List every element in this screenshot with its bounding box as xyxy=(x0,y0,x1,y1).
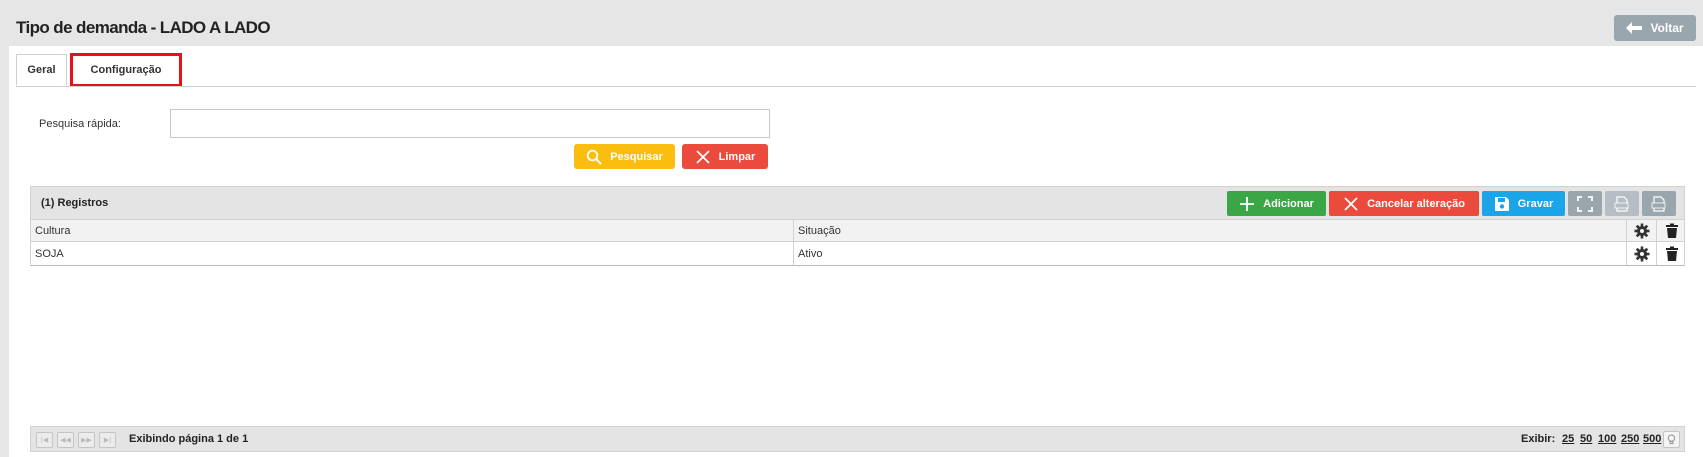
page-size-100[interactable]: 100 xyxy=(1598,433,1616,445)
cancel-changes-label: Cancelar alteração xyxy=(1367,197,1465,210)
lightbulb-icon xyxy=(1667,434,1676,445)
tabs-divider xyxy=(16,86,1696,87)
row-settings-button[interactable] xyxy=(1626,242,1656,265)
back-button-label: Voltar xyxy=(1650,21,1684,35)
plus-icon xyxy=(1240,196,1255,211)
page-title: Tipo de demanda - LADO A LADO xyxy=(16,18,271,37)
tab-configuracao[interactable]: Configuração xyxy=(70,53,182,87)
clear-button-label: Limpar xyxy=(718,150,756,163)
page-size-500[interactable]: 500 xyxy=(1643,433,1661,445)
next-page-button[interactable]: ▶▶ xyxy=(78,432,95,448)
grid-header-row: Cultura Situação xyxy=(30,220,1685,242)
gear-icon xyxy=(1634,246,1649,261)
content-panel: Geral Configuração Pesquisa rápida: Pesq… xyxy=(9,46,1703,457)
table-row[interactable]: SOJA Ativo xyxy=(30,242,1685,266)
header-settings-button[interactable] xyxy=(1626,220,1656,241)
trash-icon xyxy=(1665,223,1678,238)
tab-geral[interactable]: Geral xyxy=(16,54,67,86)
tips-button[interactable] xyxy=(1663,431,1680,448)
search-icon xyxy=(587,149,602,165)
gear-icon xyxy=(1634,223,1649,238)
pagination-bar: |◀ ◀◀ ▶▶ ▶| Exibindo página 1 de 1 Exibi… xyxy=(30,426,1685,452)
search-button[interactable]: Pesquisar xyxy=(574,144,675,169)
grid-toolbar: (1) Registros Adicionar Cancelar alteraç… xyxy=(30,186,1685,220)
csv-export-icon xyxy=(1614,195,1629,212)
csv-export-button[interactable] xyxy=(1605,191,1639,216)
save-button[interactable]: Gravar xyxy=(1482,191,1565,216)
clear-button[interactable]: Limpar xyxy=(682,144,768,169)
arrow-left-icon xyxy=(1626,22,1643,34)
search-input[interactable] xyxy=(170,109,770,138)
last-page-button[interactable]: ▶| xyxy=(99,432,116,448)
xls-export-button[interactable] xyxy=(1642,191,1676,216)
expand-icon xyxy=(1577,195,1593,212)
last-page-icon: ▶| xyxy=(103,437,112,444)
expand-button[interactable] xyxy=(1568,191,1602,216)
close-icon xyxy=(696,149,710,164)
page-size-50[interactable]: 50 xyxy=(1580,433,1592,445)
first-page-icon: |◀ xyxy=(40,437,49,444)
prev-page-icon: ◀◀ xyxy=(60,437,71,444)
header-delete-button[interactable] xyxy=(1656,220,1686,241)
prev-page-button[interactable]: ◀◀ xyxy=(57,432,74,448)
first-page-button[interactable]: |◀ xyxy=(36,432,53,448)
page-size-25[interactable]: 25 xyxy=(1562,433,1574,445)
next-page-icon: ▶▶ xyxy=(81,437,92,444)
add-button[interactable]: Adicionar xyxy=(1227,191,1326,216)
floppy-disk-icon xyxy=(1494,196,1509,211)
trash-icon xyxy=(1665,246,1678,261)
records-grid: (1) Registros Adicionar Cancelar alteraç… xyxy=(30,186,1685,452)
cell-situacao: Ativo xyxy=(793,242,1627,265)
xls-export-icon xyxy=(1651,195,1666,212)
back-button[interactable]: Voltar xyxy=(1614,15,1696,41)
page-info: Exibindo página 1 de 1 xyxy=(129,433,249,445)
column-header-cultura[interactable]: Cultura xyxy=(31,220,793,241)
row-delete-button[interactable] xyxy=(1656,242,1686,265)
search-button-label: Pesquisar xyxy=(610,150,663,163)
close-icon xyxy=(1344,196,1358,211)
page-size-250[interactable]: 250 xyxy=(1621,433,1639,445)
add-button-label: Adicionar xyxy=(1263,197,1314,210)
search-label: Pesquisa rápida: xyxy=(39,118,121,130)
cell-cultura: SOJA xyxy=(35,247,64,260)
column-header-situacao[interactable]: Situação xyxy=(793,220,1627,241)
page-size-label: Exibir: xyxy=(1521,433,1556,445)
cancel-changes-button[interactable]: Cancelar alteração xyxy=(1329,191,1479,216)
records-count: (1) Registros xyxy=(41,197,109,209)
save-button-label: Gravar xyxy=(1517,197,1554,210)
